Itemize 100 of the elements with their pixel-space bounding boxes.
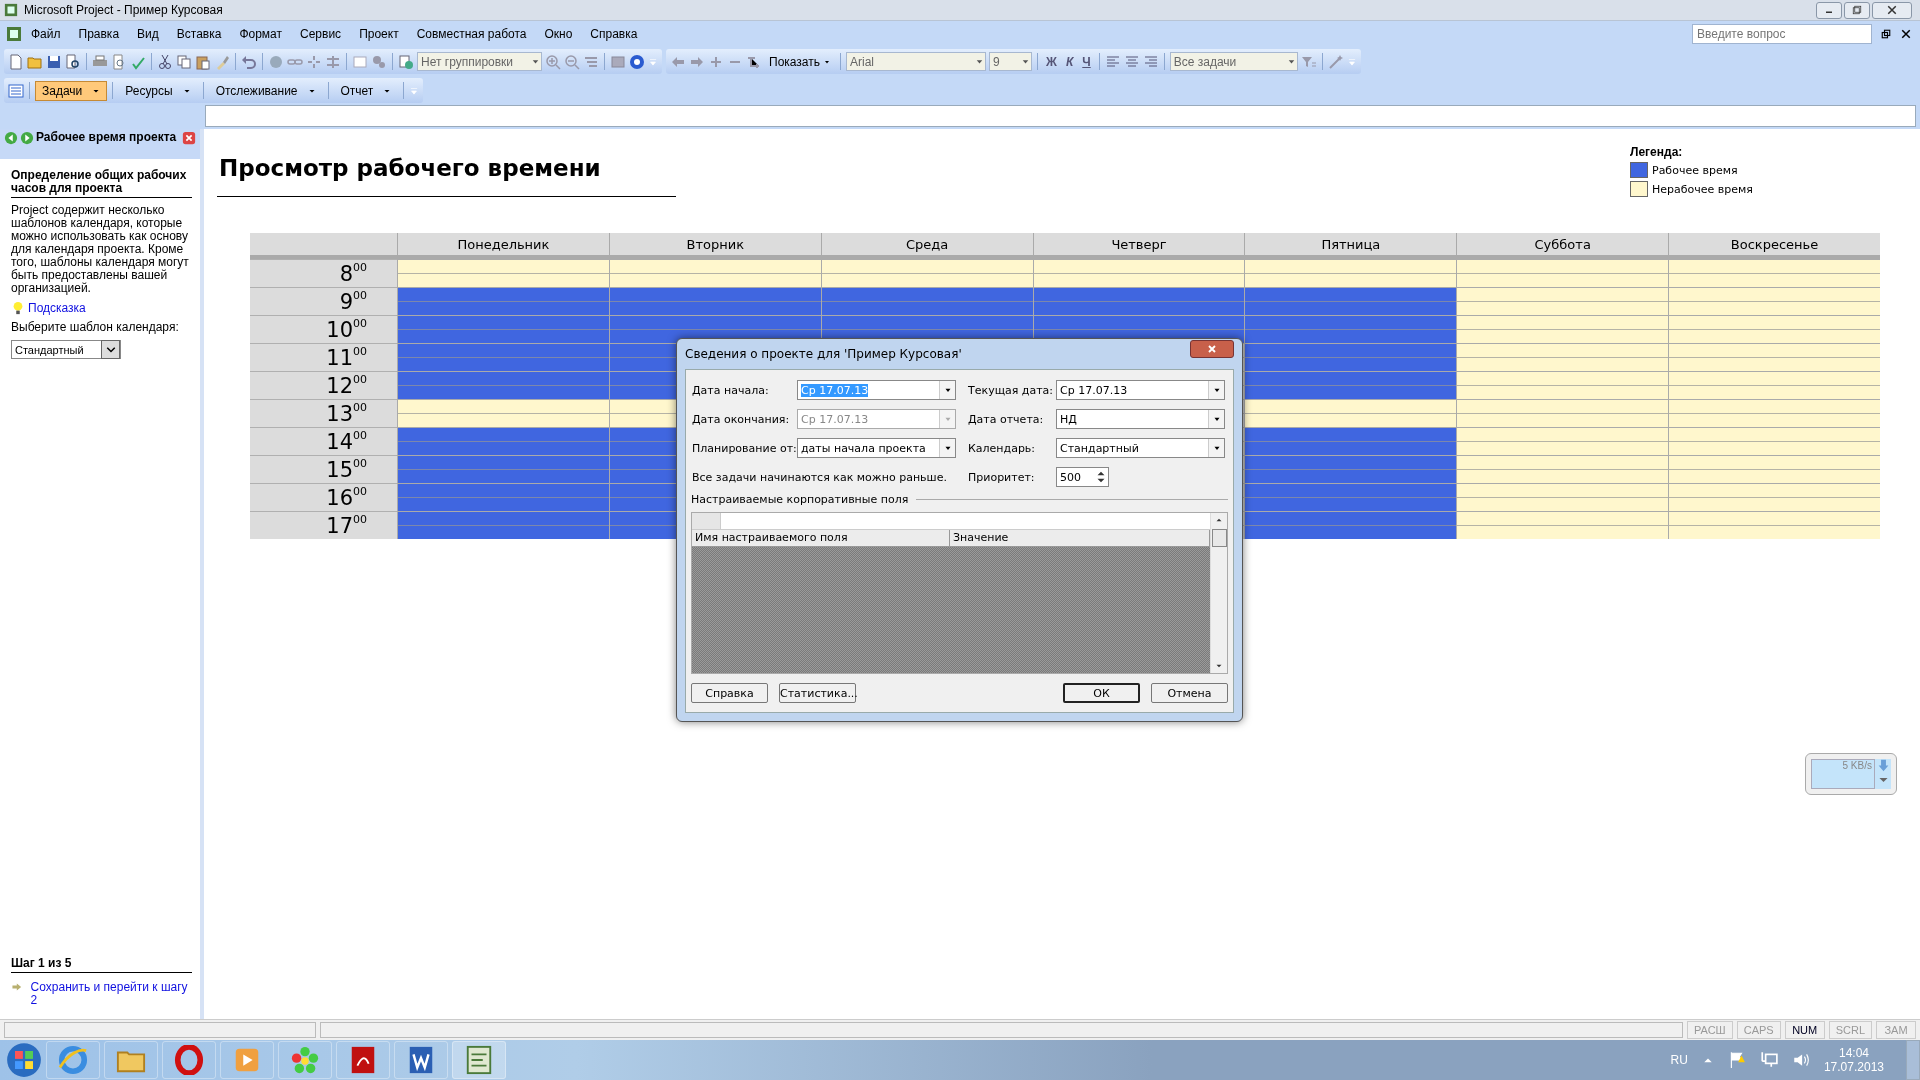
guide-tab[interactable]: Ресурсы: [118, 80, 198, 101]
back-icon[interactable]: [4, 131, 18, 145]
scroll-thumb[interactable]: [1211, 529, 1227, 547]
hour-label: 9$^{00}$: [250, 287, 397, 315]
start-icon[interactable]: [6, 1042, 42, 1078]
guide-tab[interactable]: Задачи: [35, 80, 108, 101]
format-button[interactable]: Ч: [1079, 54, 1094, 69]
zoom-out-icon[interactable]: [564, 53, 580, 70]
hour-label: 16$^{00}$: [250, 483, 397, 511]
day-header: Вторник: [608, 233, 821, 259]
grouping-combo[interactable]: Нет группировки: [417, 52, 542, 71]
align-left-icon[interactable]: [1104, 53, 1121, 70]
app-icon[interactable]: [6, 26, 22, 42]
document-search-icon[interactable]: [65, 53, 81, 70]
gears-icon[interactable]: [371, 53, 387, 70]
menu-item[interactable]: Совместная работа: [407, 25, 536, 43]
menu-item[interactable]: Вставка: [167, 25, 231, 43]
taskbar-button[interactable]: [394, 1041, 448, 1079]
window-title: Microsoft Project - Пример Курсовая: [24, 3, 223, 17]
preview-icon[interactable]: [111, 53, 127, 70]
forward-icon[interactable]: [20, 131, 34, 145]
field-label: Приоритет:: [967, 470, 1036, 484]
task-note-icon[interactable]: [352, 53, 368, 70]
browser-icon: [58, 1045, 88, 1075]
arrow-right-icon: [11, 981, 23, 993]
menu-item[interactable]: Проект: [350, 25, 408, 43]
close-button[interactable]: [1872, 1, 1912, 19]
save-icon[interactable]: [46, 53, 62, 70]
taskbar-button[interactable]: [336, 1041, 390, 1079]
download-arrow-icon: [1876, 759, 1890, 772]
show-menu-button[interactable]: Показать: [765, 54, 835, 69]
menu-item[interactable]: Правка: [69, 25, 129, 43]
field-label: Планирование от:: [691, 441, 797, 455]
hour-label: 12$^{00}$: [250, 371, 397, 399]
menu-item[interactable]: Формат: [230, 25, 292, 43]
filter-combo[interactable]: Все задачи: [1169, 52, 1298, 71]
font-combo[interactable]: Arial: [846, 52, 986, 71]
status-indicator: РАСШ: [1686, 1021, 1733, 1039]
font-size-combo[interactable]: 9: [989, 52, 1032, 71]
day-header: Пятница: [1244, 233, 1457, 259]
document-icon: [464, 1045, 494, 1075]
align-center-icon[interactable]: [1123, 53, 1140, 70]
paste-icon[interactable]: [195, 53, 211, 70]
status-indicator: SCRL: [1828, 1021, 1872, 1039]
date-field[interactable]: НД: [1056, 409, 1225, 429]
dialog-button[interactable]: ОК: [1063, 683, 1140, 703]
custom-fields-table[interactable]: Имя настраиваемого поля Значение: [691, 512, 1228, 674]
copy-icon[interactable]: [176, 53, 192, 70]
legend-title: Легенда:: [1630, 145, 1684, 159]
close-icon[interactable]: [1886, 4, 1898, 16]
unlink-icon[interactable]: [306, 53, 322, 70]
section-label: Настраиваемые корпоративные поля: [691, 493, 909, 506]
menu-item[interactable]: Окно: [535, 25, 582, 43]
dialog-button[interactable]: Статистика...: [779, 683, 856, 703]
taskbar-button[interactable]: [452, 1041, 506, 1079]
restore-icon[interactable]: [1851, 4, 1863, 16]
speaker-icon[interactable]: [1791, 1051, 1810, 1069]
help-icon[interactable]: [629, 53, 645, 70]
hour-label: 8$^{00}$: [250, 259, 397, 287]
field-label: Текущая дата:: [967, 383, 1055, 397]
menu-item[interactable]: Файл: [22, 25, 70, 43]
date-field[interactable]: Стандартный: [1056, 438, 1225, 458]
dialog-button[interactable]: Справка: [691, 683, 768, 703]
entry-bar[interactable]: [205, 105, 1916, 127]
lightbulb-icon: [11, 301, 25, 315]
pane-heading: Определение общих рабочих часов для проекта: [11, 169, 192, 198]
globe-task-icon[interactable]: [398, 53, 414, 70]
template-select[interactable]: Стандартный: [11, 340, 121, 359]
format-button[interactable]: Ж: [1043, 54, 1060, 69]
question-field[interactable]: Введите вопрос: [1692, 24, 1872, 44]
close-button[interactable]: [1190, 340, 1234, 358]
guide-tab[interactable]: Отслеживание: [208, 80, 323, 101]
scrollbar[interactable]: [1210, 513, 1227, 673]
globe-icon[interactable]: [268, 53, 284, 70]
taskbar-button[interactable]: [278, 1041, 332, 1079]
menu-item[interactable]: Справка: [581, 25, 647, 43]
close-icon[interactable]: [1900, 28, 1912, 40]
day-header: Понедельник: [397, 233, 609, 259]
network-icon[interactable]: [1759, 1051, 1778, 1069]
date-field[interactable]: Ср 17.07.13: [1056, 380, 1225, 400]
dialog-button[interactable]: Отмена: [1151, 683, 1228, 703]
guide-tab[interactable]: Отчет: [333, 80, 399, 101]
hour-label: 14$^{00}$: [250, 427, 397, 455]
priority-field[interactable]: 500: [1056, 467, 1109, 487]
day-header: Среда: [820, 233, 1033, 259]
cut-icon[interactable]: [157, 53, 173, 70]
menu-item[interactable]: Сервис: [291, 25, 351, 43]
restore-button[interactable]: [1844, 1, 1870, 19]
new-document-icon[interactable]: [8, 53, 24, 70]
format-button[interactable]: К: [1062, 54, 1077, 69]
hint-link[interactable]: Подсказка: [28, 301, 86, 315]
split-icon[interactable]: [325, 53, 341, 70]
wand-icon[interactable]: [1327, 53, 1344, 70]
align-right-icon[interactable]: [1142, 53, 1159, 70]
restore-icon[interactable]: [1880, 28, 1892, 40]
taskbar-button[interactable]: [162, 1041, 216, 1079]
date-field[interactable]: даты начала проекта: [797, 438, 956, 458]
menu-item[interactable]: Вид: [128, 25, 168, 43]
next-step-link[interactable]: Сохранить и перейти к шагу 2: [30, 981, 192, 1007]
view-icon[interactable]: [8, 82, 24, 99]
